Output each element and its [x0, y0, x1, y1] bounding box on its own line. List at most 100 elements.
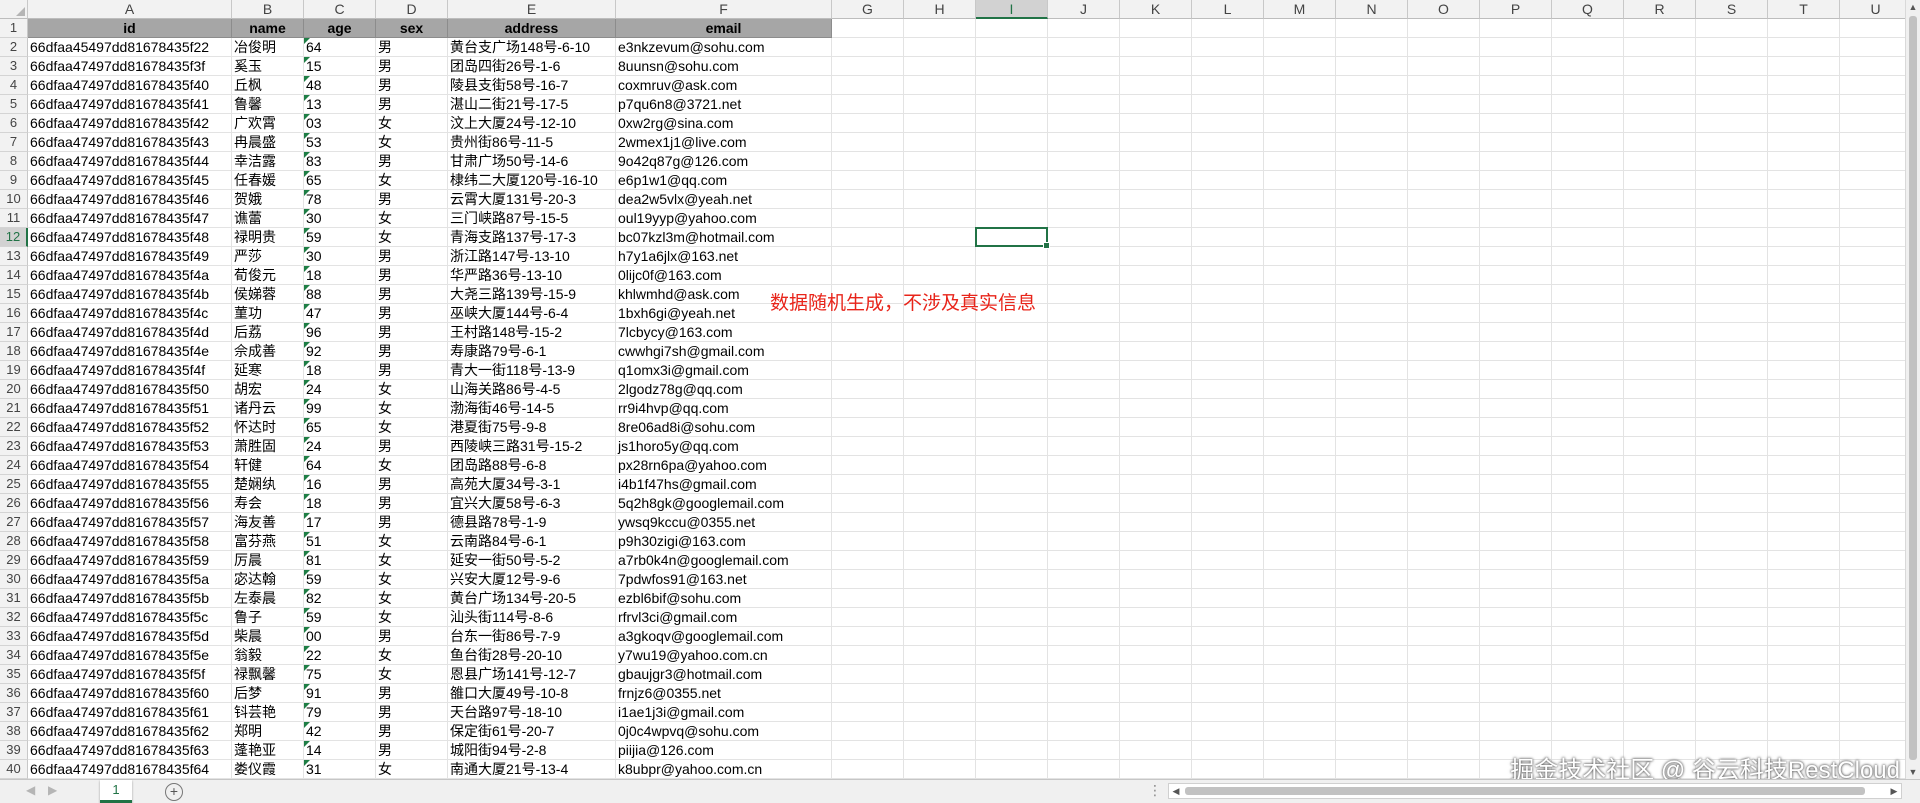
cell[interactable]: [1696, 190, 1768, 209]
cell[interactable]: [1840, 380, 1912, 399]
cell[interactable]: [1048, 589, 1120, 608]
column-header-b[interactable]: B: [232, 0, 304, 19]
cell[interactable]: 奚玉: [232, 57, 304, 76]
cell[interactable]: [1192, 19, 1264, 38]
cell[interactable]: [1264, 532, 1336, 551]
cell[interactable]: [1768, 19, 1840, 38]
cell[interactable]: 陵县支街58号-16-7: [448, 76, 616, 95]
cell[interactable]: [1552, 532, 1624, 551]
cell[interactable]: [1264, 684, 1336, 703]
cell[interactable]: 海友善: [232, 513, 304, 532]
cell[interactable]: [1768, 228, 1840, 247]
cell[interactable]: 女: [376, 418, 448, 437]
cell[interactable]: [1408, 38, 1480, 57]
cell[interactable]: 菫功: [232, 304, 304, 323]
cell[interactable]: [832, 342, 904, 361]
cell[interactable]: [1120, 209, 1192, 228]
cell[interactable]: [1480, 133, 1552, 152]
cell[interactable]: 恩县广场141号-12-7: [448, 665, 616, 684]
cell[interactable]: [1480, 285, 1552, 304]
cell[interactable]: [1552, 228, 1624, 247]
cell[interactable]: 城阳街94号-2-8: [448, 741, 616, 760]
cell[interactable]: [976, 418, 1048, 437]
cell[interactable]: [904, 684, 976, 703]
cell[interactable]: 66dfaa47497dd81678435f5a: [28, 570, 232, 589]
cell[interactable]: [832, 380, 904, 399]
cell[interactable]: [1120, 247, 1192, 266]
cell[interactable]: [1048, 247, 1120, 266]
cell[interactable]: 女: [376, 551, 448, 570]
cell[interactable]: 贵州街86号-11-5: [448, 133, 616, 152]
cell[interactable]: 翁毅: [232, 646, 304, 665]
cell[interactable]: 男: [376, 627, 448, 646]
cell[interactable]: [1624, 38, 1696, 57]
cell[interactable]: 女: [376, 456, 448, 475]
column-header-s[interactable]: S: [1696, 0, 1768, 19]
horizontal-scrollbar[interactable]: ◀ ▶: [1168, 783, 1902, 799]
cell[interactable]: [1552, 494, 1624, 513]
cell[interactable]: [1624, 57, 1696, 76]
cell[interactable]: [1408, 228, 1480, 247]
cell[interactable]: [1120, 418, 1192, 437]
cell[interactable]: [1336, 152, 1408, 171]
cell[interactable]: [1624, 19, 1696, 38]
cell[interactable]: 30: [304, 247, 376, 266]
cell[interactable]: 47: [304, 304, 376, 323]
cell[interactable]: [1120, 646, 1192, 665]
cell[interactable]: [1480, 703, 1552, 722]
cell[interactable]: 59: [304, 570, 376, 589]
cell[interactable]: [1480, 76, 1552, 95]
cell[interactable]: 66dfaa47497dd81678435f4e: [28, 342, 232, 361]
cell[interactable]: [1048, 57, 1120, 76]
cell[interactable]: 66dfaa47497dd81678435f41: [28, 95, 232, 114]
cell[interactable]: [1480, 399, 1552, 418]
cell[interactable]: [1192, 304, 1264, 323]
column-header-i[interactable]: I: [976, 0, 1048, 19]
cell[interactable]: [1552, 551, 1624, 570]
cell[interactable]: [1120, 589, 1192, 608]
cell[interactable]: [1048, 551, 1120, 570]
cell[interactable]: [904, 494, 976, 513]
cell[interactable]: [1624, 361, 1696, 380]
cell[interactable]: [1408, 684, 1480, 703]
cell[interactable]: [1192, 760, 1264, 779]
cell[interactable]: [1696, 114, 1768, 133]
cell[interactable]: [1192, 608, 1264, 627]
cell[interactable]: [1840, 589, 1912, 608]
cell[interactable]: 鱼台街28号-20-10: [448, 646, 616, 665]
cell[interactable]: 03: [304, 114, 376, 133]
cell[interactable]: 66dfaa47497dd81678435f4f: [28, 361, 232, 380]
cell[interactable]: 男: [376, 152, 448, 171]
cell[interactable]: [1768, 361, 1840, 380]
cell[interactable]: frnjz6@0355.net: [616, 684, 832, 703]
cell[interactable]: [1408, 513, 1480, 532]
cell[interactable]: [1480, 456, 1552, 475]
cell[interactable]: [1840, 190, 1912, 209]
cell[interactable]: [1408, 285, 1480, 304]
cell[interactable]: 云南路84号-6-1: [448, 532, 616, 551]
cell[interactable]: [1696, 228, 1768, 247]
cell[interactable]: a7rb0k4n@googlemail.com: [616, 551, 832, 570]
cell[interactable]: [1192, 627, 1264, 646]
cell[interactable]: [1048, 494, 1120, 513]
cell[interactable]: [1768, 665, 1840, 684]
cell[interactable]: [1840, 665, 1912, 684]
cell[interactable]: 66dfaa47497dd81678435f56: [28, 494, 232, 513]
cell[interactable]: [1048, 285, 1120, 304]
cell[interactable]: [1336, 228, 1408, 247]
cell[interactable]: [1552, 133, 1624, 152]
cell[interactable]: [832, 589, 904, 608]
cell[interactable]: [1624, 684, 1696, 703]
cell[interactable]: 18: [304, 266, 376, 285]
cell[interactable]: [1192, 209, 1264, 228]
cell[interactable]: 65: [304, 418, 376, 437]
cell[interactable]: 后梦: [232, 684, 304, 703]
row-header[interactable]: 23: [0, 437, 28, 456]
cell[interactable]: [1840, 152, 1912, 171]
cell[interactable]: [1408, 190, 1480, 209]
cell[interactable]: [1408, 741, 1480, 760]
sheet-prev-icon[interactable]: ◀: [26, 783, 35, 797]
cell[interactable]: [1048, 760, 1120, 779]
cell[interactable]: [1768, 532, 1840, 551]
cell[interactable]: 91: [304, 684, 376, 703]
